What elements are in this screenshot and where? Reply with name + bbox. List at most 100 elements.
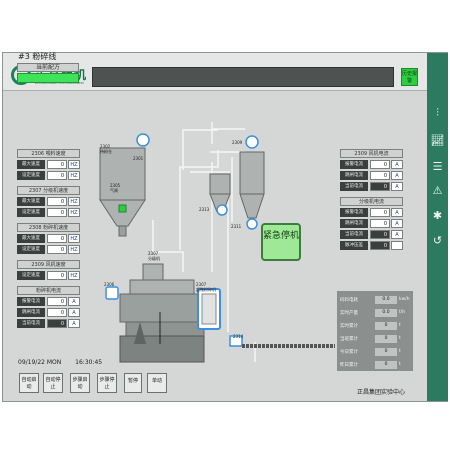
list-icon[interactable]: ☰ bbox=[430, 159, 445, 174]
parameter-unit: A bbox=[391, 160, 403, 169]
stat-unit: t/h bbox=[399, 310, 406, 315]
mill-2307 bbox=[119, 279, 221, 363]
sliders-icon[interactable]: ⫶ bbox=[430, 105, 445, 120]
parameter-value-input[interactable]: 0 bbox=[370, 171, 390, 180]
label-feeder-2306: 2306 bbox=[104, 282, 115, 287]
parameter-value-input: 0 bbox=[370, 241, 390, 250]
parameter-value-input: 0 bbox=[47, 319, 67, 328]
parameter-value-input[interactable]: 0 bbox=[47, 271, 67, 280]
conveyor-2314 bbox=[229, 335, 335, 348]
parameter-label: 当前电流 bbox=[17, 319, 45, 328]
parameter-row: 最大速度 0 HZ bbox=[17, 234, 80, 243]
process-diagram bbox=[99, 122, 335, 363]
feeder-2306-icon bbox=[105, 286, 119, 300]
stat-label: 昨日累计 bbox=[340, 363, 358, 368]
control-button[interactable]: 自动停止 bbox=[43, 373, 63, 393]
stat-label: 实时累计 bbox=[340, 324, 358, 329]
parameter-unit: A bbox=[68, 308, 80, 317]
parameter-label: 跳闸电流 bbox=[340, 219, 368, 228]
parameter-label: 设定速度 bbox=[17, 271, 45, 280]
parameter-row: 设定速度 0 HZ bbox=[17, 208, 80, 217]
parameter-value-input[interactable]: 0 bbox=[47, 197, 67, 206]
stat-row: 码料电耗 0.0 kw/h bbox=[339, 294, 411, 306]
stat-value: 0 bbox=[375, 335, 397, 343]
control-button[interactable]: 步骤启动 bbox=[70, 373, 90, 393]
parameter-value-input[interactable]: 0 bbox=[47, 245, 67, 254]
parameter-unit: A bbox=[391, 182, 403, 191]
parameter-unit: HZ bbox=[68, 197, 80, 206]
stat-value: 0 bbox=[375, 348, 397, 356]
label-conveyor-2314: 2314 bbox=[233, 334, 244, 339]
panel-title: 粉碎机电流 bbox=[17, 286, 80, 295]
stat-label: 实时产量 bbox=[340, 311, 358, 316]
parameter-value-input[interactable]: 0 bbox=[47, 234, 67, 243]
alarm-history-button[interactable]: 历史报警 bbox=[401, 68, 418, 86]
control-button[interactable]: 自动启动 bbox=[19, 373, 39, 393]
alarm-siren-icon[interactable]: ⚠ bbox=[430, 183, 445, 198]
parameter-label: 报警电流 bbox=[340, 160, 368, 169]
parameter-label: 最大速度 bbox=[17, 234, 45, 243]
parameter-label: 脉冲压差 bbox=[340, 241, 368, 250]
label-gate-2305: 2305 气闸 bbox=[110, 183, 121, 193]
parameter-value-input[interactable]: 0 bbox=[370, 219, 390, 228]
parameter-value-input[interactable]: 0 bbox=[47, 208, 67, 217]
parameter-row: 脉冲压差 0 bbox=[340, 241, 403, 250]
parameter-row: 报警电流 0 A bbox=[340, 208, 403, 217]
fan-2309-icon bbox=[245, 135, 259, 149]
stat-value: 0.0 bbox=[375, 296, 397, 304]
cyclone-2309 bbox=[239, 135, 265, 219]
label-cyclone-2309: 2309 bbox=[232, 140, 243, 145]
fan-icon[interactable]: ✱ bbox=[430, 208, 445, 223]
stat-row: 实时产量 0.0 t/h bbox=[339, 307, 411, 319]
parameter-value-input[interactable]: 0 bbox=[370, 160, 390, 169]
recipe-label: 当前配方 bbox=[17, 63, 79, 72]
control-button[interactable]: 暂停 bbox=[124, 373, 142, 393]
parameter-value-input[interactable]: 0 bbox=[47, 171, 67, 180]
stat-label: 今日累计 bbox=[340, 350, 358, 355]
label-valve-2301: 2301 bbox=[133, 156, 144, 161]
stat-value: 0.0 bbox=[375, 309, 397, 317]
parameter-label: 设定速度 bbox=[17, 171, 45, 180]
parameter-value-input[interactable]: 0 bbox=[47, 308, 67, 317]
parameter-value-input: 0 bbox=[370, 182, 390, 191]
control-button[interactable]: 单动 bbox=[147, 373, 167, 393]
production-stats: 码料电耗 0.0 kw/h 实时产量 0.0 t/h 实时累计 0 t 当班累计 0 t 今日累计 0 t 昨… bbox=[337, 291, 413, 371]
level-indicator bbox=[118, 204, 127, 213]
valve-2301-icon bbox=[136, 133, 150, 147]
date: 09/19/22 MON bbox=[18, 359, 62, 366]
parameter-label: 跳闸电流 bbox=[340, 171, 368, 180]
parameter-row: 设定速度 0 HZ bbox=[17, 271, 80, 280]
emergency-stop-button[interactable]: 紧急停机 bbox=[261, 223, 301, 261]
stat-unit: t bbox=[399, 349, 401, 354]
right-sidebar: ⫶ 📈︎ ☰ ⚠ ✱ ↺ bbox=[427, 53, 448, 401]
cyclone-2313 bbox=[209, 173, 231, 216]
parameter-row: 跳闸电流 0 A bbox=[340, 219, 403, 228]
parameter-label: 当前电流 bbox=[340, 230, 368, 239]
stat-value: 0 bbox=[375, 361, 397, 369]
parameter-value-input[interactable]: 0 bbox=[47, 297, 67, 306]
panel-title: 2309 风机电流 bbox=[340, 149, 403, 158]
parameter-unit: A bbox=[391, 219, 403, 228]
parameter-value-input[interactable]: 0 bbox=[370, 208, 390, 217]
parameter-row: 最大速度 0 HZ bbox=[17, 197, 80, 206]
stat-unit: kw/h bbox=[399, 297, 410, 302]
label-classifier-2307: 2307 分级机 bbox=[148, 251, 160, 261]
parameter-row: 最大速度 0 HZ bbox=[17, 160, 80, 169]
stat-label: 码料电耗 bbox=[340, 298, 358, 303]
parameter-label: 设定速度 bbox=[17, 208, 45, 217]
parameter-row: 跳闸电流 0 A bbox=[340, 171, 403, 180]
line-title: #3 粉碎线 bbox=[18, 52, 57, 61]
parameter-label: 当前电流 bbox=[340, 182, 368, 191]
parameter-unit: A bbox=[68, 297, 80, 306]
control-button[interactable]: 步骤停止 bbox=[97, 373, 117, 393]
parameter-row: 跳闸电流 0 A bbox=[17, 308, 80, 317]
bin-2302 bbox=[99, 147, 146, 237]
parameter-value-input[interactable]: 0 bbox=[47, 160, 67, 169]
trend-chart-icon[interactable]: 📈︎ bbox=[430, 133, 445, 148]
parameter-row: 设定速度 0 HZ bbox=[17, 245, 80, 254]
stat-label: 当班累计 bbox=[340, 337, 358, 342]
panel-title: 2309 风机速度 bbox=[17, 260, 80, 269]
stat-row: 今日累计 0 t bbox=[339, 346, 411, 358]
panel-title: 2306 喂料速度 bbox=[17, 149, 80, 158]
back-arrow-icon[interactable]: ↺ bbox=[430, 233, 445, 248]
